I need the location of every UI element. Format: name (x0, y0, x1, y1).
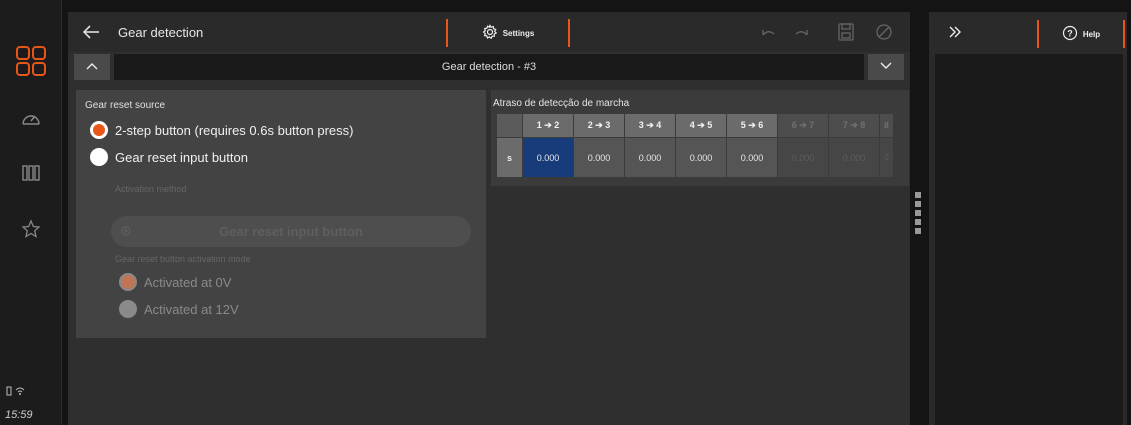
column-header: 5 ➔ 6 (726, 113, 778, 138)
table-row: s 0.000 0.000 0.000 0.000 0.000 0.000 0.… (496, 137, 894, 178)
settings-label: Settings (502, 28, 535, 38)
radio-selected-icon (90, 121, 108, 139)
table-header-row: 1 ➔ 2 2 ➔ 3 3 ➔ 4 4 ➔ 5 5 ➔ 6 6 ➔ 7 7 ➔ … (496, 113, 894, 138)
radio-selected-icon (119, 273, 137, 291)
main-panel: Gear detection Settings Gear detection -… (68, 12, 910, 425)
svg-text:?: ? (1067, 29, 1073, 39)
columns-icon[interactable] (14, 156, 48, 190)
section-header: Gear detection - #3 (74, 54, 904, 80)
star-icon[interactable] (14, 212, 48, 246)
column-header: 1 ➔ 2 (522, 113, 574, 138)
radio-unselected-icon (90, 148, 108, 166)
help-label: Help (1082, 29, 1101, 39)
unit-cell: s (496, 137, 523, 178)
value-cell[interactable]: 0.000 (777, 137, 829, 178)
column-header: 6 ➔ 7 (777, 113, 829, 138)
radio-activated-0v: Activated at 0V (119, 273, 231, 291)
help-circle-icon: ? (1062, 25, 1078, 43)
scroll-indicator[interactable] (915, 192, 921, 237)
page-title: Gear detection (118, 25, 204, 40)
chevron-up-icon (85, 58, 99, 76)
help-panel-header: ? Help (929, 12, 1127, 52)
undo-icon[interactable] (758, 22, 778, 42)
column-header: 3 ➔ 4 (624, 113, 676, 138)
cancel-icon[interactable] (874, 22, 894, 42)
gear-icon (120, 225, 132, 240)
column-header: 8 (879, 113, 894, 138)
radio-two-step-button[interactable]: 2-step button (requires 0.6s button pres… (90, 121, 353, 139)
value-cell[interactable]: 0.000 (726, 137, 778, 178)
section-title: Gear detection - #3 (114, 54, 864, 80)
activation-method-label: Activation method (115, 184, 187, 194)
column-header: 2 ➔ 3 (573, 113, 625, 138)
settings-button[interactable]: Settings (446, 19, 570, 47)
activation-method-button: Gear reset input button (111, 216, 471, 247)
gauge-icon[interactable] (14, 102, 48, 136)
gear-delay-table: 1 ➔ 2 2 ➔ 3 3 ➔ 4 4 ➔ 5 5 ➔ 6 6 ➔ 7 7 ➔ … (496, 113, 894, 178)
value-cell[interactable]: 0.000 (573, 137, 625, 178)
chevron-down-icon (879, 58, 893, 76)
top-bar: Gear detection Settings (68, 12, 910, 52)
value-cell[interactable]: 0.000 (522, 137, 574, 178)
column-header: 4 ➔ 5 (675, 113, 727, 138)
gear-icon (482, 24, 498, 42)
activation-mode-label: Gear reset button activation mode (115, 254, 251, 264)
gear-delay-title: Atraso de detecção de marcha (493, 98, 630, 109)
value-cell[interactable]: 0.000 (624, 137, 676, 178)
double-chevron-right-icon[interactable] (947, 24, 963, 45)
status-icons (6, 386, 28, 399)
gear-reset-source-label: Gear reset source (85, 100, 166, 111)
value-cell[interactable]: 0 (879, 137, 894, 178)
value-cell[interactable]: 0.000 (828, 137, 880, 178)
gear-delay-panel: Atraso de detecção de marcha 1 ➔ 2 2 ➔ 3… (491, 90, 909, 186)
help-panel: ? Help (929, 12, 1127, 425)
radio-unselected-icon (119, 300, 137, 318)
column-header: 7 ➔ 8 (828, 113, 880, 138)
left-nav: 15:59 (0, 0, 62, 425)
dashboard-grid-icon[interactable] (14, 44, 48, 78)
value-cell[interactable]: 0.000 (675, 137, 727, 178)
back-arrow-icon[interactable] (80, 21, 102, 43)
redo-icon[interactable] (792, 22, 812, 42)
expand-button[interactable] (868, 54, 904, 80)
radio-activated-12v: Activated at 12V (119, 300, 239, 318)
help-button[interactable]: ? Help (1037, 20, 1125, 48)
table-corner (496, 113, 523, 138)
gear-reset-panel: Gear reset source 2-step button (require… (76, 90, 486, 338)
save-icon[interactable] (836, 22, 856, 42)
app-screen: 15:59 Gear detection Settings Gear detec… (0, 0, 1131, 425)
radio-gear-reset-input[interactable]: Gear reset input button (90, 148, 248, 166)
collapse-button[interactable] (74, 54, 110, 80)
help-content (935, 54, 1123, 425)
clock: 15:59 (5, 409, 33, 421)
